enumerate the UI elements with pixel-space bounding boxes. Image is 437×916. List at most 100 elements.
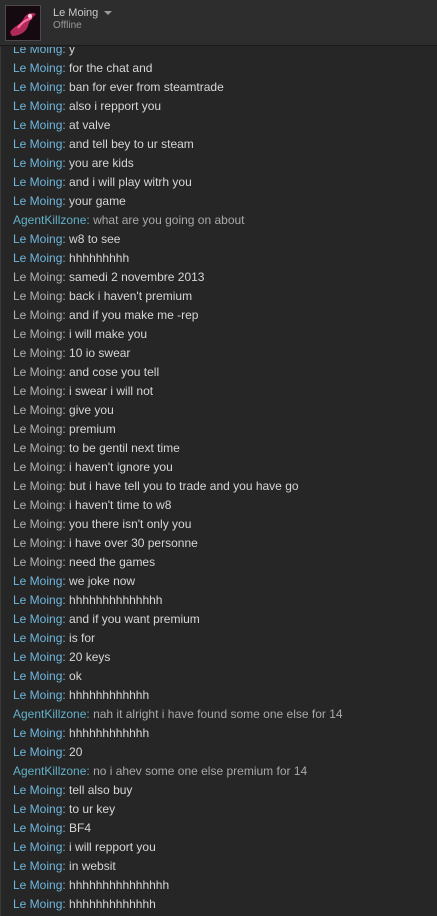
- message-text: need the games: [69, 555, 156, 569]
- message-sender[interactable]: Le Moing: [13, 327, 62, 341]
- message-text: in websit: [69, 859, 116, 873]
- chat-message: Le Moing: need the games: [1, 553, 437, 572]
- message-sender[interactable]: Le Moing: [13, 194, 62, 208]
- message-sender[interactable]: Le Moing: [13, 498, 62, 512]
- message-sender[interactable]: Le Moing: [13, 517, 62, 531]
- message-sender[interactable]: Le Moing: [13, 726, 62, 740]
- message-sender[interactable]: Le Moing: [13, 61, 62, 75]
- message-text: ban for ever from steamtrade: [69, 80, 224, 94]
- message-sender[interactable]: Le Moing: [13, 688, 62, 702]
- message-sender[interactable]: Le Moing: [13, 878, 62, 892]
- message-sender[interactable]: Le Moing: [13, 232, 62, 246]
- message-text: and cose you tell: [69, 365, 160, 379]
- message-text: you there isn't only you: [69, 517, 192, 531]
- message-sender[interactable]: Le Moing: [13, 897, 62, 911]
- avatar[interactable]: [5, 5, 41, 41]
- chat-message: Le Moing: i haven't time to w8: [1, 496, 437, 515]
- chat-message: Le Moing: BF4: [1, 819, 437, 838]
- message-text: 20 keys: [69, 650, 111, 664]
- message-sender[interactable]: Le Moing: [13, 669, 62, 683]
- chevron-down-icon[interactable]: [104, 11, 112, 15]
- message-text: and if you want premium: [69, 612, 200, 626]
- message-sender[interactable]: Le Moing: [13, 650, 62, 664]
- chat-message: Le Moing: but i have tell you to trade a…: [1, 477, 437, 496]
- message-sender[interactable]: AgentKillzone: [13, 213, 86, 227]
- message-sender[interactable]: Le Moing: [13, 99, 62, 113]
- message-sender[interactable]: Le Moing: [13, 555, 62, 569]
- message-sender[interactable]: Le Moing: [13, 441, 62, 455]
- message-sender[interactable]: Le Moing: [13, 251, 62, 265]
- message-sender[interactable]: Le Moing: [13, 631, 62, 645]
- message-text: your game: [69, 194, 126, 208]
- message-text: to be gentil next time: [69, 441, 180, 455]
- chat-message: Le Moing: hhhhhhhhhhhhh: [1, 895, 437, 914]
- chat-message: Le Moing: and cose you tell: [1, 363, 437, 382]
- message-sender[interactable]: Le Moing: [13, 118, 62, 132]
- message-sender[interactable]: Le Moing: [13, 821, 62, 835]
- message-sender[interactable]: Le Moing: [13, 783, 62, 797]
- message-sender[interactable]: Le Moing: [13, 175, 62, 189]
- message-text: nah it alright i have found some one els…: [93, 707, 343, 721]
- message-sender[interactable]: Le Moing: [13, 840, 62, 854]
- chat-message: Le Moing: 10 io swear: [1, 344, 437, 363]
- message-sender[interactable]: Le Moing: [13, 574, 62, 588]
- message-sender[interactable]: Le Moing: [13, 403, 62, 417]
- message-text: w8 to see: [69, 232, 121, 246]
- message-sender[interactable]: Le Moing: [13, 612, 62, 626]
- message-sender[interactable]: Le Moing: [13, 745, 62, 759]
- message-sender[interactable]: Le Moing: [13, 80, 62, 94]
- message-text: also i repport you: [69, 99, 162, 113]
- message-sender[interactable]: Le Moing: [13, 47, 62, 56]
- chat-message: Le Moing: i will repport you: [1, 838, 437, 857]
- chat-message: Le Moing: at valve: [1, 116, 437, 135]
- message-sender[interactable]: Le Moing: [13, 460, 62, 474]
- chat-message: AgentKillzone: no i ahev some one else p…: [1, 762, 437, 781]
- message-text: give you: [69, 403, 114, 417]
- chat-message: Le Moing: you are kids: [1, 154, 437, 173]
- message-sender[interactable]: Le Moing: [13, 384, 62, 398]
- message-sender[interactable]: Le Moing: [13, 859, 62, 873]
- message-sender[interactable]: Le Moing: [13, 802, 62, 816]
- chat-message: Le Moing: samedi 2 novembre 2013: [1, 268, 437, 287]
- message-text: to ur key: [69, 802, 116, 816]
- chat-message: Le Moing: to be gentil next time: [1, 439, 437, 458]
- chat-message: Le Moing: premium: [1, 420, 437, 439]
- user-name[interactable]: Le Moing: [53, 7, 98, 19]
- chat-message: Le Moing: back i haven't premium: [1, 287, 437, 306]
- message-sender[interactable]: Le Moing: [13, 536, 62, 550]
- chat-message: AgentKillzone: what are you going on abo…: [1, 211, 437, 230]
- message-sender[interactable]: Le Moing: [13, 593, 62, 607]
- message-text: and if you make me -rep: [69, 308, 199, 322]
- chat-message: Le Moing: hhhhhhhhhhhh: [1, 686, 437, 705]
- chat-message: Le Moing: tell also buy: [1, 781, 437, 800]
- message-sender[interactable]: AgentKillzone: [13, 764, 86, 778]
- chat-message: Le Moing: y: [1, 47, 437, 59]
- message-sender[interactable]: AgentKillzone: [13, 707, 86, 721]
- message-text: back i haven't premium: [69, 289, 193, 303]
- chat-message: Le Moing: i will make you: [1, 325, 437, 344]
- message-sender[interactable]: Le Moing: [13, 346, 62, 360]
- message-sender[interactable]: Le Moing: [13, 289, 62, 303]
- chat-message: Le Moing: and i will play witrh you: [1, 173, 437, 192]
- chat-message: Le Moing: we joke now: [1, 572, 437, 591]
- message-sender[interactable]: Le Moing: [13, 422, 62, 436]
- chat-message: Le Moing: w8 to see: [1, 230, 437, 249]
- message-text: i haven't ignore you: [69, 460, 173, 474]
- message-text: y: [69, 47, 76, 56]
- message-text: is for: [69, 631, 96, 645]
- message-text: at valve: [69, 118, 111, 132]
- message-sender[interactable]: Le Moing: [13, 156, 62, 170]
- message-sender[interactable]: Le Moing: [13, 270, 62, 284]
- avatar-image: [6, 6, 40, 40]
- message-sender[interactable]: Le Moing: [13, 365, 62, 379]
- message-text: what are you going on about: [93, 213, 245, 227]
- chat-message: Le Moing: also i repport you: [1, 97, 437, 116]
- message-sender[interactable]: Le Moing: [13, 137, 62, 151]
- message-text: you are kids: [69, 156, 134, 170]
- message-sender[interactable]: Le Moing: [13, 479, 62, 493]
- chat-message: Le Moing: and tell bey to ur steam: [1, 135, 437, 154]
- chat-message: Le Moing: 20 keys: [1, 648, 437, 667]
- chat-log[interactable]: Le Moing: y Le Moing: for the chat and Le …: [0, 47, 437, 916]
- message-sender[interactable]: Le Moing: [13, 308, 62, 322]
- message-text: hhhhhhhhhhhh: [69, 726, 150, 740]
